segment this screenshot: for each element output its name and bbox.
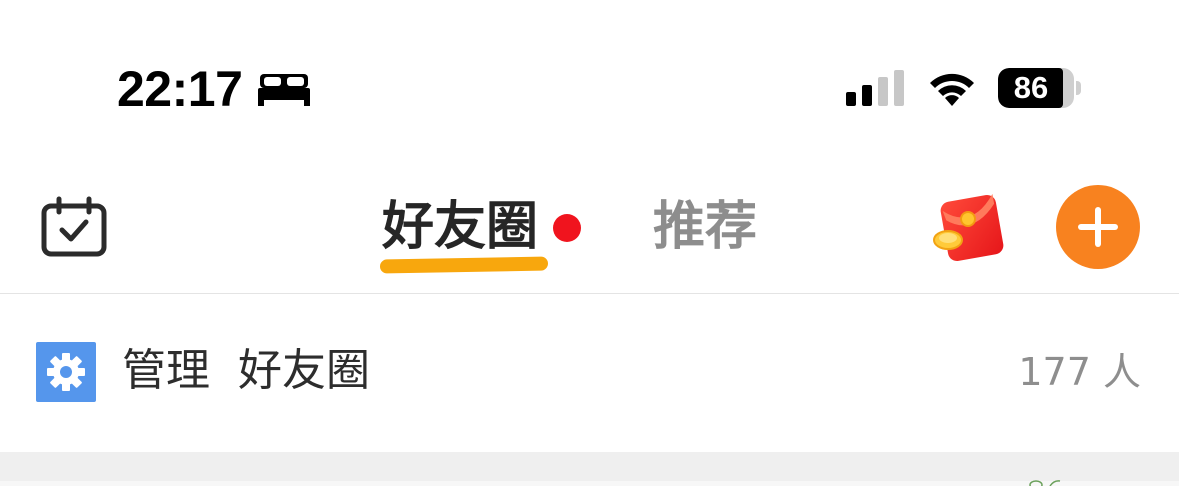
top-nav-bar: 好友圈 推荐 [0,150,1179,293]
add-button[interactable] [1056,185,1140,269]
status-time: 22:17 [117,61,243,117]
calendar-check-icon[interactable] [40,196,108,258]
member-count: 177 人 [1018,350,1141,394]
status-bar: 22:17 86 [0,0,1179,150]
bed-icon [258,74,310,106]
battery-percent: 86 [1013,70,1049,105]
notification-dot [553,214,581,242]
battery-cap [1076,81,1081,95]
tab-label: 推荐 [653,197,758,257]
signal-icon [846,70,904,106]
plus-icon [1078,207,1118,247]
gear-icon [36,342,96,402]
manage-label: 管理 好友圈 [122,345,370,396]
battery-icon: 86 [998,68,1082,108]
leaf-icon [1029,480,1061,486]
battery-body: 86 [998,68,1074,108]
wifi-icon [930,73,974,106]
app-screen: 22:17 86 好友圈 推荐 管理 好友圈 177 人 [0,0,1179,486]
tab-label: 好友圈 [382,197,539,257]
tab-recommend[interactable]: 推荐 [653,192,763,262]
active-tab-underline [380,256,548,274]
tab-friends-circle[interactable]: 好友圈 [380,192,548,274]
red-packet-icon[interactable] [932,194,1010,264]
feed-top-edge [0,481,1179,486]
manage-friends-circle-row[interactable]: 管理 好友圈 177 人 [0,294,1179,452]
